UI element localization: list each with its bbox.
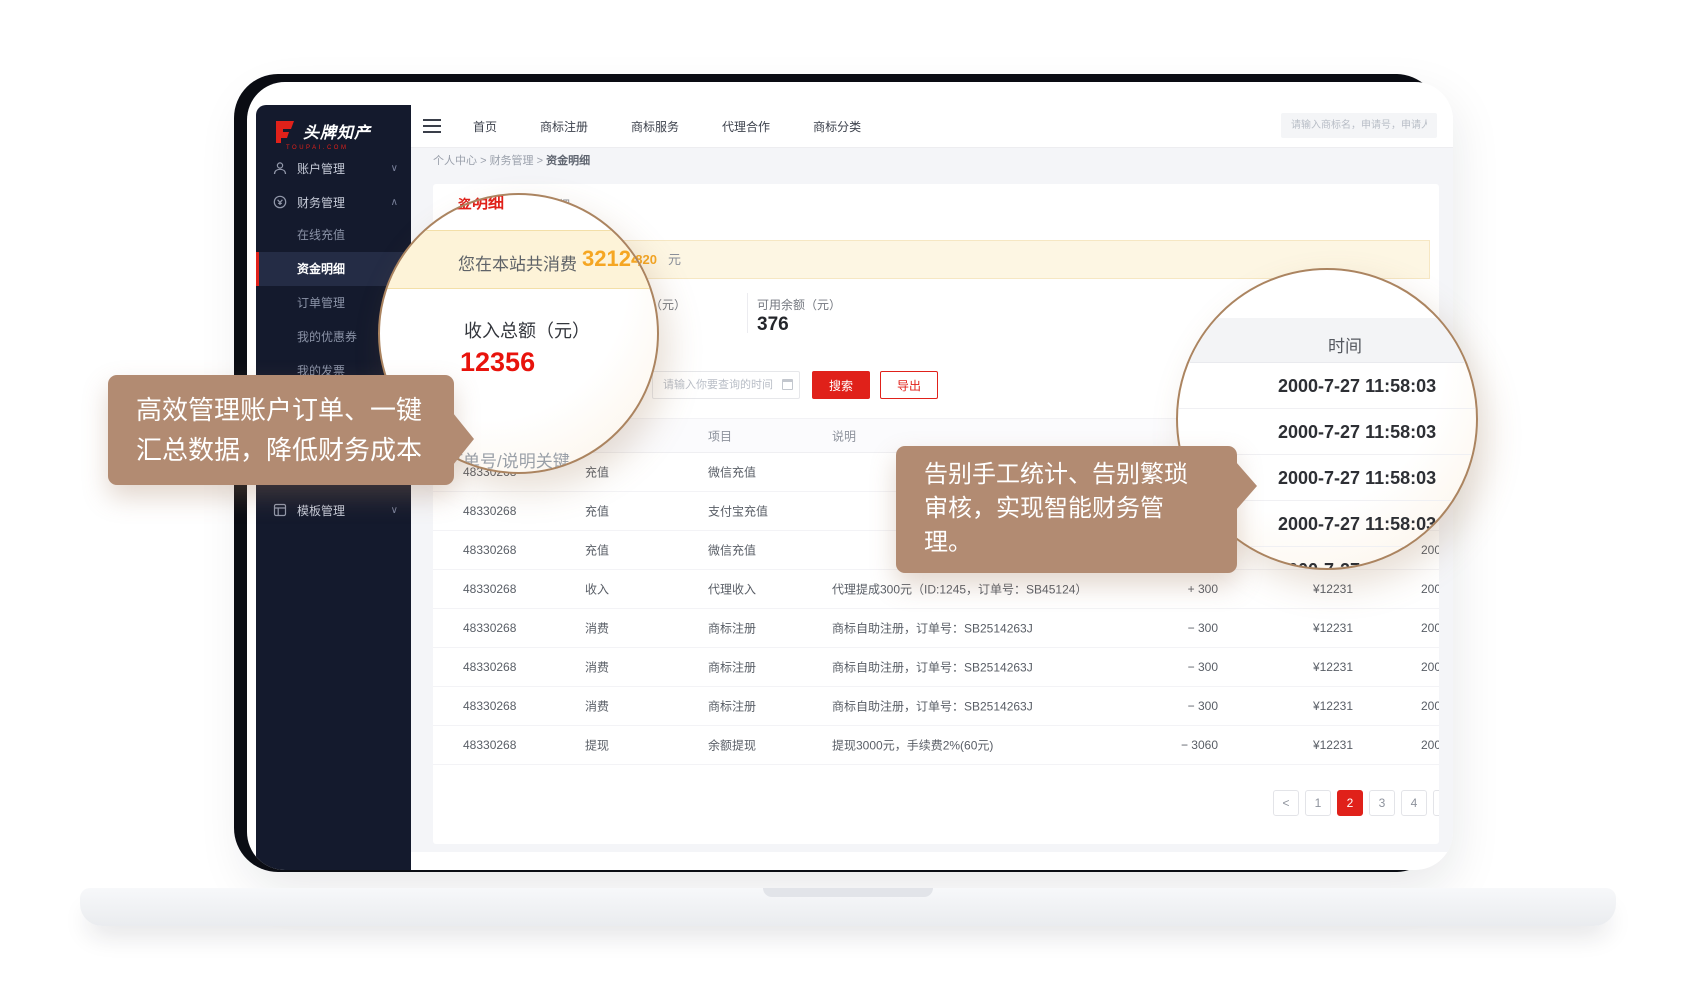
- lens-income-value: 12356: [460, 347, 535, 378]
- lens-banner: 您在本站共消费 32124: [378, 230, 659, 289]
- search-button[interactable]: 搜索: [812, 371, 870, 399]
- finance-icon: [273, 195, 287, 209]
- breadcrumb-sep: >: [480, 155, 486, 167]
- available-balance-value: 376: [757, 314, 789, 336]
- lens-income-label: 收入总额（元）: [464, 317, 590, 343]
- pagination: < 1 2 3 4 5: [1273, 790, 1439, 816]
- lens-time-header: 时间: [1178, 318, 1478, 363]
- breadcrumb: 个人中心 > 财务管理 > 资金明细: [433, 152, 590, 168]
- calendar-icon[interactable]: [782, 379, 793, 390]
- sidebar-item-label: 模板管理: [297, 502, 345, 519]
- callout-right: 告别手工统计、告别繁琐审核，实现智能财务管理。: [896, 446, 1237, 573]
- breadcrumb-home[interactable]: 个人中心: [433, 155, 477, 167]
- time-query-input[interactable]: [652, 371, 800, 399]
- search-input[interactable]: [1281, 113, 1437, 138]
- nav-item-home[interactable]: 首页: [473, 118, 497, 135]
- export-button[interactable]: 导出: [880, 371, 938, 399]
- lens-time-row: 2000-7-27 11:58:03: [1178, 363, 1478, 409]
- page-button-5[interactable]: 5: [1433, 790, 1439, 816]
- table-row[interactable]: 48330268提现余额提现提现3000元，手续费2%(60元)− 3060¥1…: [433, 726, 1439, 765]
- sidebar: 头牌知产 TOUPAI.COM 账户管理 ∨ 财务管理 ∧ 在线充值 资金明细 …: [256, 105, 411, 870]
- breadcrumb-sep: >: [537, 155, 543, 167]
- breadcrumb-current: 资金明细: [546, 155, 590, 167]
- chevron-down-icon: ∨: [391, 505, 398, 516]
- nav-item-trademark-register[interactable]: 商标注册: [540, 118, 588, 135]
- logo: 头牌知产: [274, 119, 371, 143]
- sidebar-item-finance[interactable]: 财务管理 ∧: [256, 185, 411, 219]
- template-icon: [273, 503, 287, 517]
- stat-divider: [747, 293, 748, 333]
- table-row[interactable]: 48330268消费商标注册商标自助注册，订单号：SB2514263J− 300…: [433, 609, 1439, 648]
- page: 头牌知产 TOUPAI.COM 账户管理 ∨ 财务管理 ∧ 在线充值 资金明细 …: [0, 0, 1696, 1002]
- logo-text: 头牌知产: [303, 119, 371, 143]
- main-nav: 首页 商标注册 商标服务 代理合作 商标分类: [473, 105, 861, 148]
- callout-left: 高效管理账户订单、一键汇总数据，降低财务成本: [108, 375, 454, 485]
- sidebar-item-template[interactable]: 模板管理 ∨: [256, 493, 411, 527]
- chevron-down-icon: ∨: [391, 163, 398, 174]
- banner-unit: 元: [668, 241, 681, 278]
- chevron-up-icon: ∧: [391, 197, 398, 208]
- page-prev-button[interactable]: <: [1273, 790, 1299, 816]
- table-row[interactable]: 48330268消费商标注册商标自助注册，订单号：SB2514263J− 300…: [433, 687, 1439, 726]
- sidebar-item-account[interactable]: 账户管理 ∨: [256, 151, 411, 185]
- laptop-base: [80, 888, 1616, 926]
- logo-icon: [274, 119, 296, 143]
- user-icon: [273, 161, 287, 175]
- table-row[interactable]: 48330268消费商标注册商标自助注册，订单号：SB2514263J− 300…: [433, 648, 1439, 687]
- page-button-2-active[interactable]: 2: [1337, 790, 1363, 816]
- nav-item-agent-coop[interactable]: 代理合作: [722, 118, 770, 135]
- hamburger-menu-icon[interactable]: [423, 119, 441, 133]
- table-row[interactable]: 48330268收入代理收入代理提成300元（ID:1245，订单号：SB451…: [433, 570, 1439, 609]
- sidebar-item-label: 财务管理: [297, 194, 345, 211]
- nav-item-trademark-service[interactable]: 商标服务: [631, 118, 679, 135]
- available-balance-label: 可用余额（元）: [757, 296, 841, 313]
- lens-tab-fragment: 资金明细: [440, 193, 504, 213]
- sidebar-item-label: 账户管理: [297, 160, 345, 177]
- col-desc-header: 说明: [832, 427, 1162, 444]
- laptop-notch: [763, 888, 933, 897]
- page-button-3[interactable]: 3: [1369, 790, 1395, 816]
- sort-caret-icon: ∨: [711, 430, 718, 441]
- breadcrumb-finance[interactable]: 财务管理: [490, 155, 534, 167]
- topbar: 首页 商标注册 商标服务 代理合作 商标分类: [411, 105, 1453, 148]
- nav-item-trademark-category[interactable]: 商标分类: [813, 118, 861, 135]
- page-button-4[interactable]: 4: [1401, 790, 1427, 816]
- page-button-1[interactable]: 1: [1305, 790, 1331, 816]
